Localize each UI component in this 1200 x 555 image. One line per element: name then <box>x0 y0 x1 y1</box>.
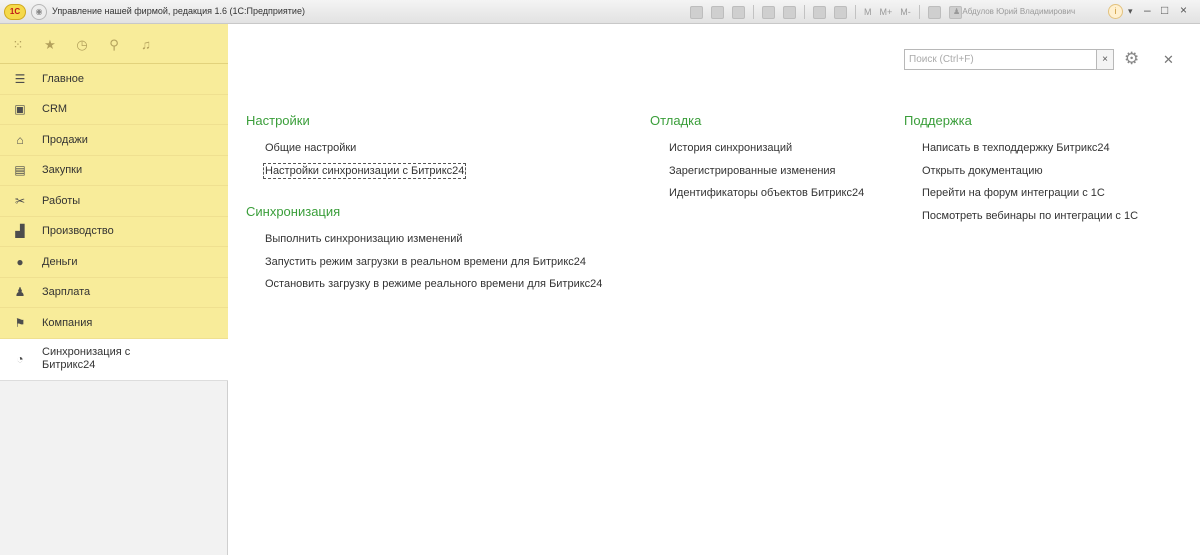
sidebar-item-money[interactable]: ● Деньги <box>0 247 228 278</box>
close-icon[interactable]: ✕ <box>1163 52 1174 68</box>
search-input[interactable] <box>904 49 1099 70</box>
sidebar-item-label: CRM <box>42 103 68 116</box>
sidebar-item-works[interactable]: ✂ Работы <box>0 186 228 217</box>
section-title-debug: Отладка <box>650 113 702 128</box>
memory-minus-button[interactable]: M- <box>900 7 911 17</box>
sidebar-item-salary[interactable]: ♟ Зарплата <box>0 277 228 308</box>
info-icon[interactable]: i <box>1108 4 1123 19</box>
sidebar-item-label: Работы <box>42 194 81 207</box>
section-title-support: Поддержка <box>904 113 972 128</box>
crm-icon: ▣ <box>14 102 26 117</box>
link-stop-realtime[interactable]: Остановить загрузку в режиме реального в… <box>265 278 602 290</box>
sidebar-item-production[interactable]: ▟ Производство <box>0 216 228 247</box>
toolbar-divider <box>855 5 856 19</box>
link-run-sync[interactable]: Выполнить синхронизацию изменений <box>265 233 463 245</box>
link-registered-changes[interactable]: Зарегистрированные изменения <box>669 165 836 177</box>
sidebar-item-label: Закупки <box>42 164 83 177</box>
app-logo-icon[interactable]: 1С <box>4 4 26 20</box>
search-icon[interactable]: ⚲ <box>106 37 122 53</box>
link-sync-settings[interactable]: Настройки синхронизации с Битрикс24 <box>262 163 467 179</box>
sidebar-item-bitrix-sync[interactable]: ◔ Синхронизация с Битрикс24 <box>0 338 228 381</box>
print-icon[interactable] <box>711 5 724 19</box>
zoom-icon[interactable] <box>927 5 941 19</box>
main-panel: × ⚙ ✕ Настройки Общие настройки Настройк… <box>229 24 1200 555</box>
window-titlebar: 1С ◉ Управление нашей фирмой, редакция 1… <box>0 0 1200 24</box>
table-icon[interactable] <box>813 5 826 19</box>
money-icon: ● <box>16 254 24 269</box>
star-icon[interactable]: ★ <box>42 37 58 53</box>
link-forum[interactable]: Перейти на форум интеграции с 1С <box>922 187 1105 199</box>
sales-icon: ⌂ <box>16 132 24 147</box>
upload-icon[interactable] <box>762 5 775 19</box>
sidebar-item-label: Компания <box>42 316 93 329</box>
link-start-realtime[interactable]: Запустить режим загрузки в реальном врем… <box>265 256 586 268</box>
tools-icon: ✂ <box>14 193 26 208</box>
sidebar-item-label: Главное <box>42 72 85 85</box>
sync-icon: ◔ <box>16 352 24 366</box>
sidebar-item-purchases[interactable]: ▤ Закупки <box>0 155 228 186</box>
flag-icon: ⚑ <box>14 315 26 330</box>
user-icon: ♟ <box>953 7 963 16</box>
maximize-button[interactable]: □ <box>1161 3 1168 17</box>
window-toolbar: M M+ M- <box>690 4 970 20</box>
minimize-button[interactable]: – <box>1144 3 1151 17</box>
sidebar-item-company[interactable]: ⚑ Компания <box>0 308 228 339</box>
window-title: Управление нашей фирмой, редакция 1.6 (1… <box>52 6 305 16</box>
sidebar-item-label: Производство <box>42 225 114 238</box>
history-icon[interactable]: ◷ <box>74 37 90 53</box>
calculator-icon[interactable] <box>834 5 847 19</box>
people-icon: ♟ <box>14 285 26 300</box>
sidebar-item-sales[interactable]: ⌂ Продажи <box>0 125 228 156</box>
sidebar-item-label: Продажи <box>42 133 88 146</box>
link-general-settings[interactable]: Общие настройки <box>265 142 356 154</box>
section-title-settings: Настройки <box>246 113 310 128</box>
gear-icon[interactable]: ⚙ <box>1124 49 1148 71</box>
close-window-button[interactable]: × <box>1180 3 1187 17</box>
memory-plus-button[interactable]: M+ <box>880 7 893 17</box>
toolbar-divider <box>804 5 805 19</box>
sidebar-item-label: Деньги <box>42 255 78 268</box>
link-write-support[interactable]: Написать в техподдержку Битрикс24 <box>922 142 1110 154</box>
sidebar-item-main[interactable]: ☰ Главное <box>0 64 228 95</box>
apps-icon[interactable]: ⁙ <box>10 37 26 53</box>
save-icon[interactable] <box>690 5 703 19</box>
link-open-docs[interactable]: Открыть документацию <box>922 165 1043 177</box>
link-object-ids[interactable]: Идентификаторы объектов Битрикс24 <box>669 187 864 199</box>
toolbar-divider <box>918 5 920 19</box>
link-webinars[interactable]: Посмотреть вебинары по интеграции с 1С <box>922 210 1138 222</box>
sidebar-item-label: Зарплата <box>42 286 91 299</box>
user-name: Абдулов Юрий Владимирович <box>962 7 1076 16</box>
quick-access-bar: ⁙ ★ ◷ ⚲ ♫ <box>0 24 228 64</box>
current-user[interactable]: ♟ Абдулов Юрий Владимирович <box>953 7 1075 16</box>
purchases-icon: ▤ <box>14 163 26 178</box>
sidebar-item-crm[interactable]: ▣ CRM <box>0 94 228 125</box>
dropdown-arrow-icon[interactable]: ▾ <box>1128 6 1133 17</box>
bell-icon[interactable]: ♫ <box>138 37 154 53</box>
sections-menu: ☰ Главное ▣ CRM ⌂ Продажи ▤ Закупки ✂ Ра… <box>0 64 228 381</box>
toolbar-divider <box>753 5 754 19</box>
factory-icon: ▟ <box>15 224 25 239</box>
menu-lines-icon: ☰ <box>14 71 26 86</box>
clear-search-button[interactable]: × <box>1096 49 1114 70</box>
sidebar-item-label: Синхронизация с Битрикс24 <box>42 346 131 371</box>
sidebar: ⁙ ★ ◷ ⚲ ♫ ☰ Главное ▣ CRM ⌂ Продажи ▤ За… <box>0 24 228 555</box>
main-menu-icon[interactable]: ◉ <box>31 4 47 20</box>
mail-icon[interactable] <box>783 5 796 19</box>
memory-m-button[interactable]: M <box>864 7 872 17</box>
link-sync-history[interactable]: История синхронизаций <box>669 142 792 154</box>
section-title-sync: Синхронизация <box>246 204 341 219</box>
preview-icon[interactable] <box>732 5 745 19</box>
